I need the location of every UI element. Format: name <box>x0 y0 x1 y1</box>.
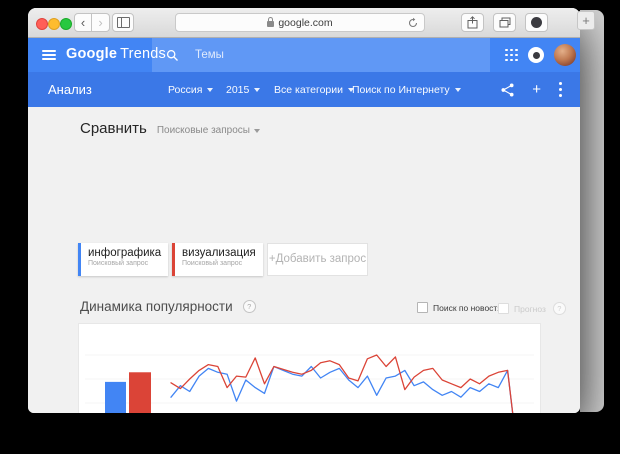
url-text: google.com <box>278 16 333 29</box>
back-button[interactable]: ‹ <box>74 13 92 32</box>
address-bar[interactable]: google.com <box>175 13 425 32</box>
search-input[interactable] <box>193 48 457 62</box>
compare-heading: Сравнить <box>80 120 147 137</box>
share-icon <box>467 16 478 29</box>
news-search-checkbox[interactable] <box>417 302 428 313</box>
chevron-down-icon <box>454 88 461 92</box>
query-card-infografika[interactable]: инфографика Поисковый запрос <box>78 243 168 276</box>
forward-button[interactable]: › <box>92 13 110 32</box>
screenshot-stage: + ‹ › google.com Google Trends Темы Анал… <box>0 0 620 454</box>
close-button[interactable] <box>36 18 48 30</box>
filter-region[interactable]: Россия <box>168 84 214 96</box>
filter-year[interactable]: 2015 <box>226 84 261 96</box>
page-title: Анализ <box>48 82 92 97</box>
background-window-edge <box>580 10 604 412</box>
tab-overview-button[interactable] <box>493 13 516 32</box>
forecast-checkbox[interactable] <box>498 303 509 314</box>
sidebar-button[interactable] <box>112 13 134 32</box>
search-icon <box>166 49 178 61</box>
sidebar-icon <box>116 17 130 28</box>
filter-category[interactable]: Все категории <box>274 84 354 96</box>
more-options-icon[interactable] <box>559 82 562 97</box>
browser-toolbar: ‹ › google.com <box>28 8 580 38</box>
query-card-vizualizaciya[interactable]: визуализация Поисковый запрос <box>172 243 263 276</box>
google-trends-logo[interactable]: Google Trends <box>66 46 166 62</box>
series-color-bar <box>78 243 81 276</box>
lock-icon <box>267 17 275 27</box>
add-query-button[interactable]: +Добавить запрос <box>267 243 368 276</box>
filter-search-type[interactable]: Поиск по Интернету <box>352 84 461 96</box>
trend-section-title: Динамика популярности <box>80 299 233 314</box>
add-comparison-icon[interactable]: + <box>532 82 541 97</box>
news-search-checkbox-group[interactable]: Поиск по новостям <box>417 302 508 313</box>
topics-search-box[interactable] <box>152 38 490 72</box>
chevron-down-icon <box>207 88 214 92</box>
browser-window: ‹ › google.com Google Trends Темы Анализ… <box>28 8 580 413</box>
forecast-help-icon[interactable]: ? <box>552 302 566 315</box>
share-button[interactable] <box>461 13 484 32</box>
extension-icon <box>531 17 542 28</box>
help-icon[interactable]: ? <box>242 300 256 313</box>
reload-icon[interactable] <box>407 17 419 29</box>
new-tab-button[interactable]: + <box>577 11 595 30</box>
page-content: Сравнить Поисковые запросы инфографика П… <box>28 107 580 413</box>
query-type-selector[interactable]: Поисковые запросы <box>157 125 260 136</box>
trend-chart: В среднемфевр. 2015март 2015апр. 2015май… <box>85 354 534 413</box>
notifications-icon[interactable] <box>528 47 544 63</box>
chevron-down-icon <box>254 88 261 92</box>
extension-button[interactable] <box>525 13 548 32</box>
menu-button[interactable] <box>42 50 56 60</box>
minimize-button[interactable] <box>48 18 60 30</box>
trend-chart-card: В среднемфевр. 2015март 2015апр. 2015май… <box>78 323 541 413</box>
google-apps-icon[interactable] <box>505 48 518 62</box>
share-trend-icon[interactable] <box>501 83 514 97</box>
forecast-checkbox-group[interactable]: Прогноз ? <box>498 302 566 315</box>
google-trends-header: Google Trends <box>28 38 580 72</box>
tabs-icon <box>499 17 510 28</box>
zoom-button[interactable] <box>60 18 72 30</box>
series-color-bar <box>172 243 175 276</box>
avatar[interactable] <box>554 44 576 66</box>
chevron-down-icon <box>253 128 260 133</box>
analysis-navbar: Анализ Россия 2015 Все категории Поиск п… <box>28 72 580 107</box>
